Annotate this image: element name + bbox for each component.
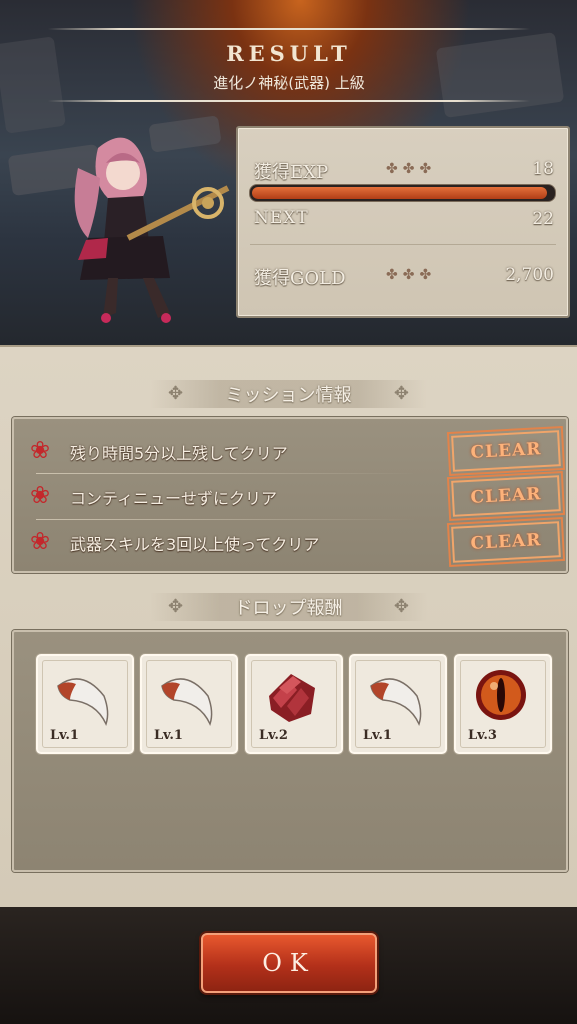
clear-stamp: CLEAR [447, 470, 565, 522]
drop-heading-label: ドロップ報酬 [234, 598, 343, 619]
mission-text: 武器スキルを3回以上使ってクリア [70, 535, 320, 554]
rose-icon: ❀ [30, 527, 51, 555]
mission-row: ❀ コンティニューせずにクリア CLEAR [28, 470, 565, 522]
drop-item[interactable]: Lv.3 [454, 654, 552, 754]
drop-item[interactable]: Lv.1 [36, 654, 134, 754]
drop-heading: ✥ ドロップ報酬 ✥ [150, 587, 427, 627]
ok-button[interactable]: OK [201, 933, 377, 993]
result-title: RESULT [226, 41, 352, 66]
mission-text: コンティニューせずにクリア [70, 489, 278, 508]
exp-label: 獲得EXP [254, 162, 329, 183]
character-sprite [74, 137, 230, 323]
item-level: Lv.1 [50, 728, 79, 743]
result-header: RESULT 進化ノ神秘(武器) 上級 [48, 28, 530, 104]
item-level: Lv.1 [363, 728, 392, 743]
rose-icon: ❀ [30, 481, 51, 509]
flourish-icon: ✥ [393, 596, 409, 617]
mission-list: ❀ 残り時間5分以上残してクリア CLEAR ❀ コンティニューせずにクリア C… [12, 417, 568, 573]
scale-icon [269, 674, 315, 722]
next-label: NEXT [254, 208, 309, 228]
fang-icon [370, 678, 422, 727]
mission-text: 残り時間5分以上残してクリア [70, 444, 288, 463]
exp-progress-bar [249, 184, 556, 202]
mission-heading: ✥ ミッション情報 ✥ [150, 374, 427, 414]
fang-icon [161, 678, 213, 727]
eye-orb-icon [476, 670, 526, 720]
gold-value: 2,700 [505, 265, 554, 285]
drop-item[interactable]: Lv.1 [349, 654, 447, 754]
result-parchment: ✥ ミッション情報 ✥ ❀ 残り時間5分以上残してクリア CLEAR ❀ コンテ… [0, 345, 577, 911]
next-value: 22 [532, 209, 554, 229]
drop-item[interactable]: Lv.2 [245, 654, 343, 754]
flourish-icon: ✥ [393, 383, 409, 404]
drop-reward-list: Lv.1 Lv.1 Lv.2 Lv.1 Lv.3 [12, 630, 568, 872]
item-level: Lv.2 [259, 728, 288, 743]
result-stats-panel: 獲得EXP ✤✤✤ 18 NEXT 22 獲得GOLD ✤✤✤ 2,700 [236, 126, 570, 318]
diamond-ornament-icon: ✤✤✤ [386, 267, 437, 283]
item-level: Lv.1 [154, 728, 183, 743]
mission-heading-label: ミッション情報 [225, 385, 352, 406]
exp-value: 18 [532, 159, 554, 179]
rose-icon: ❀ [30, 436, 51, 464]
clear-stamp: CLEAR [447, 425, 565, 477]
diamond-ornament-icon: ✤✤✤ [386, 161, 437, 177]
mission-row: ❀ 武器スキルを3回以上使ってクリア CLEAR [28, 516, 565, 568]
mission-row: ❀ 残り時間5分以上残してクリア CLEAR [28, 425, 565, 477]
drop-item[interactable]: Lv.1 [140, 654, 238, 754]
fang-icon [57, 678, 109, 727]
gold-label: 獲得GOLD [254, 268, 346, 289]
clear-stamp: CLEAR [447, 516, 565, 568]
quest-name: 進化ノ神秘(武器) 上級 [213, 74, 365, 92]
item-level: Lv.3 [468, 728, 497, 743]
